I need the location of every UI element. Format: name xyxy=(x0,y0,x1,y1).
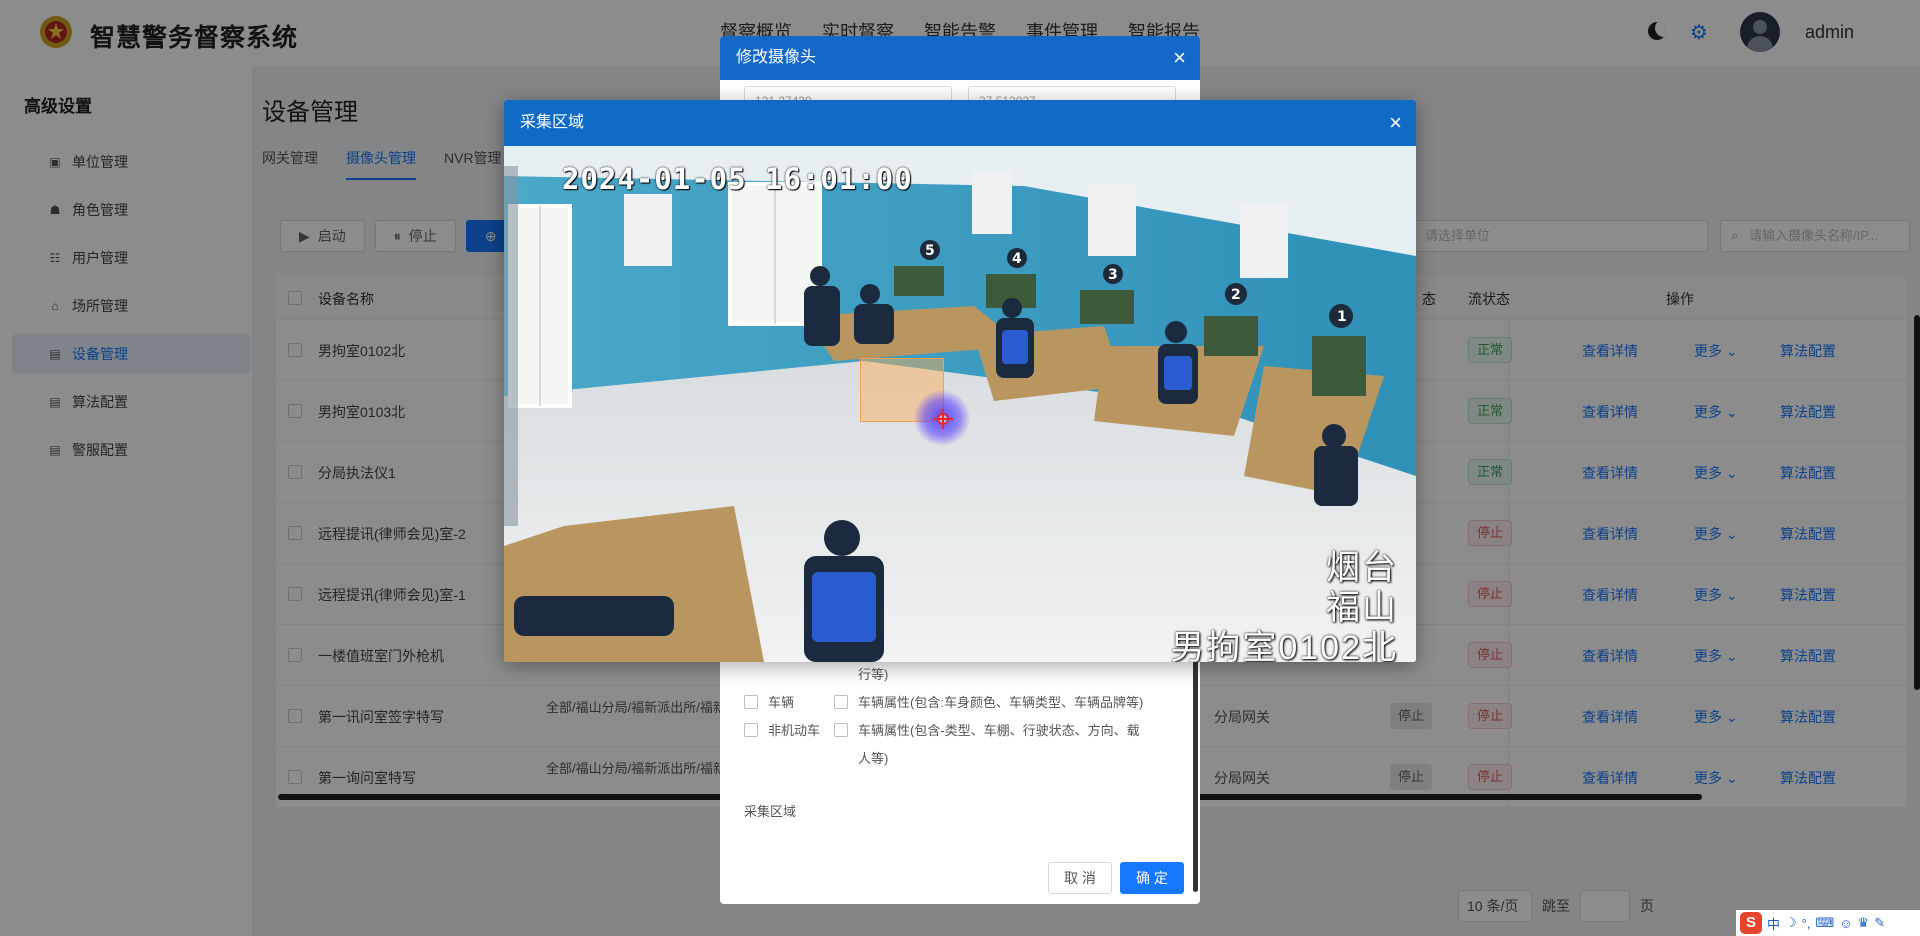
camera-timestamp: 2024-01-05 16:01:00 xyxy=(562,162,913,196)
svg-text:2: 2 xyxy=(1231,287,1241,303)
vehicle-checkbox[interactable] xyxy=(744,695,758,709)
camera-osd-room: 男拘室0102北 xyxy=(1170,629,1398,662)
vehicle-attr-option[interactable]: 车辆属性(包含:车身颜色、车辆类型、车辆品牌等) xyxy=(834,692,1143,711)
capture-dialog-header: 采集区域 × xyxy=(504,100,1416,146)
close-icon[interactable]: × xyxy=(1173,36,1186,80)
punctuation-icon[interactable]: °, xyxy=(1802,916,1811,931)
keyboard-icon[interactable]: ⌨ xyxy=(1815,915,1834,931)
svg-text:3: 3 xyxy=(1108,267,1118,283)
non-motor-option[interactable]: 非机动车 xyxy=(744,720,820,739)
ime-mode[interactable]: 中 xyxy=(1767,914,1780,933)
user-icon[interactable]: ☺ xyxy=(1839,916,1852,931)
vehicle-attr-checkbox[interactable] xyxy=(834,695,848,709)
non-motor-attr-checkbox[interactable] xyxy=(834,723,848,737)
close-icon[interactable]: × xyxy=(1389,100,1402,146)
camera-frame[interactable]: 5 4 3 2 1 2024-01-05 16:01:00 烟台 福山 男拘室0… xyxy=(504,146,1416,662)
option-tail-text: 行等) xyxy=(858,667,889,682)
vehicle-option[interactable]: 车辆 xyxy=(744,692,794,711)
non-motor-attr-tail: 人等) xyxy=(858,751,889,766)
non-motor-checkbox[interactable] xyxy=(744,723,758,737)
shirt-icon[interactable]: ♛ xyxy=(1858,915,1870,931)
edit-dialog-header: 修改摄像头 × xyxy=(720,36,1200,80)
capture-area-dialog: 采集区域 × 5 4 3 2 1 2024-01-05 16:01:00 烟台 … xyxy=(504,100,1416,662)
system-tray: S 中 ☽ °, ⌨ ☺ ♛ ✎ xyxy=(1736,910,1920,936)
svg-text:5: 5 xyxy=(925,243,935,259)
edit-dialog-title: 修改摄像头 xyxy=(736,49,817,66)
svg-text:1: 1 xyxy=(1337,309,1347,325)
capture-area-label: 采集区域 xyxy=(744,804,797,819)
capture-dialog-title: 采集区域 xyxy=(520,114,585,131)
wrench-icon[interactable]: ✎ xyxy=(1874,915,1885,931)
confirm-button[interactable]: 确 定 xyxy=(1120,862,1184,894)
sogou-ime-icon[interactable]: S xyxy=(1740,912,1762,934)
svg-text:4: 4 xyxy=(1012,251,1022,267)
moon-icon[interactable]: ☽ xyxy=(1785,915,1797,931)
cancel-button[interactable]: 取 消 xyxy=(1048,862,1112,894)
crosshair-icon[interactable] xyxy=(933,409,953,429)
non-motor-attr-option[interactable]: 车辆属性(包含-类型、车棚、行驶状态、方向、载 xyxy=(834,720,1140,739)
